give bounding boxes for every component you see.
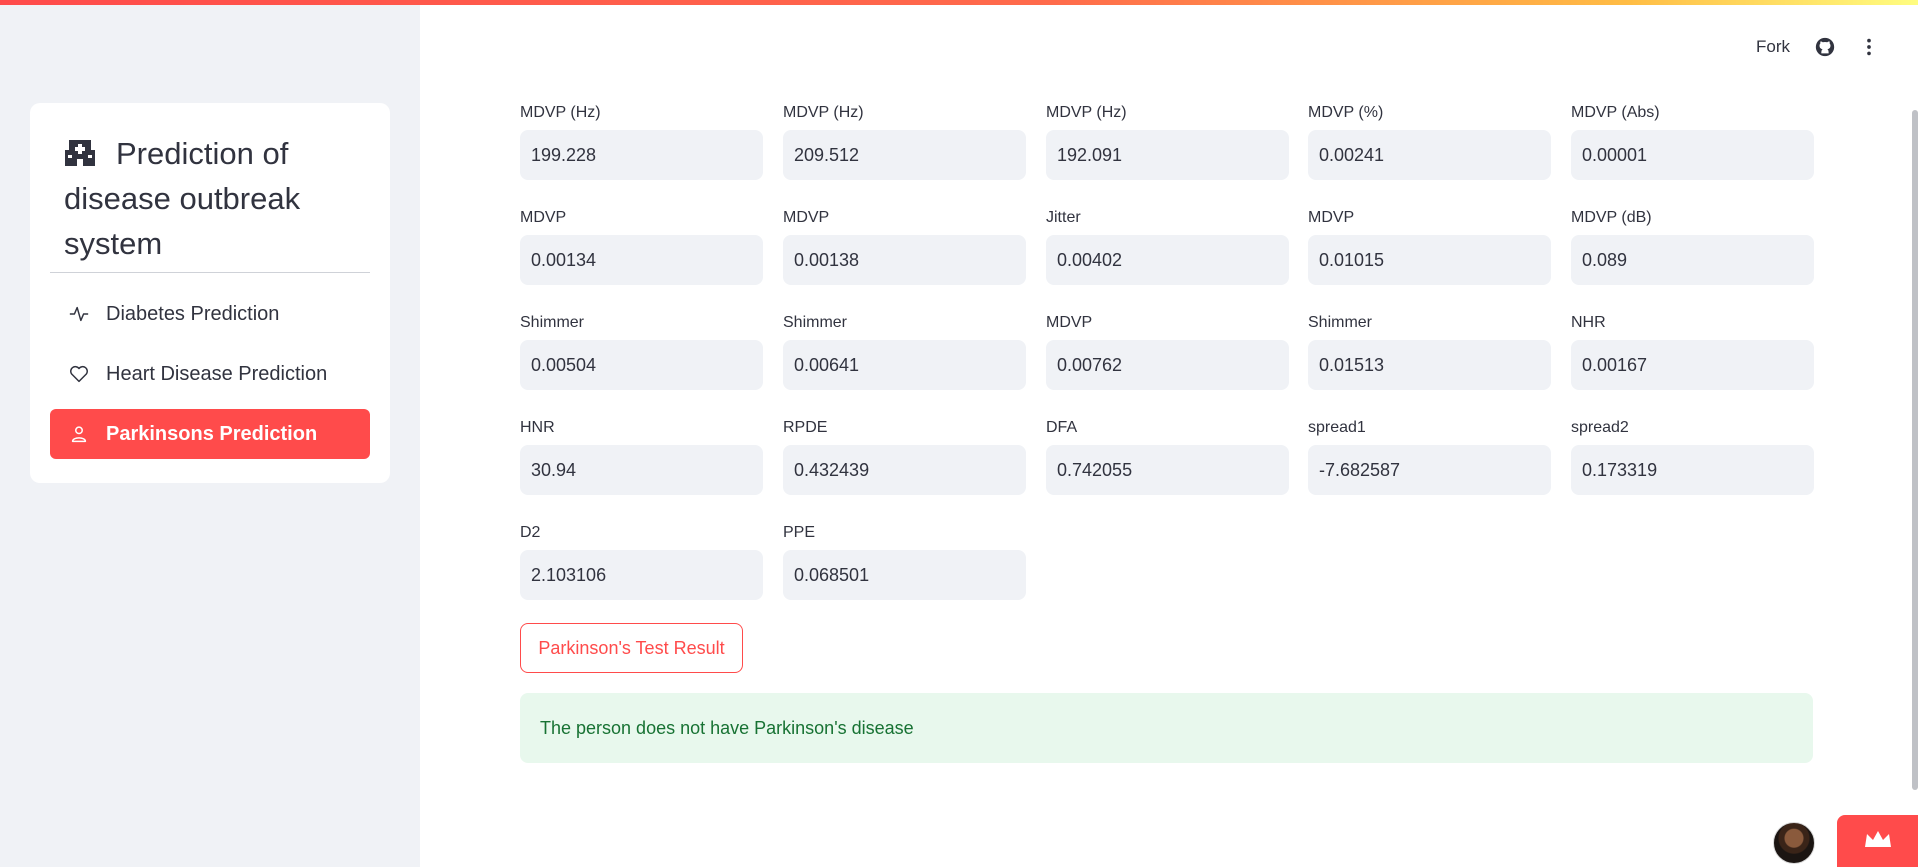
input-group: MDVP (Hz) <box>1046 102 1289 180</box>
person-icon <box>68 423 90 445</box>
input-group: MDVP (%) <box>1308 102 1551 180</box>
input-group: Shimmer <box>1308 312 1551 390</box>
input-group: NHR <box>1571 312 1814 390</box>
input-label: Jitter <box>1046 209 1081 226</box>
hnr-input[interactable] <box>520 445 763 495</box>
mdvp-shimmer-db-input[interactable] <box>1571 235 1814 285</box>
input-label: MDVP <box>520 209 567 226</box>
nhr-input[interactable] <box>1571 340 1814 390</box>
input-group: MDVP <box>1046 312 1289 390</box>
app-toolbar: Fork <box>1756 34 1882 60</box>
scrollbar[interactable] <box>1912 110 1918 790</box>
input-group: Jitter <box>1046 207 1289 285</box>
mdvp-jitter-percent-input[interactable] <box>1308 130 1551 180</box>
input-group: Shimmer <box>520 312 763 390</box>
input-label: RPDE <box>783 419 828 436</box>
menu-item-parkinsons[interactable]: Parkinsons Prediction <box>50 409 370 459</box>
menu-header: Prediction of disease outbreak system <box>64 131 364 266</box>
input-label: MDVP (Hz) <box>1046 104 1127 121</box>
input-label: MDVP <box>1046 314 1093 331</box>
mdvp-jitter-abs-input[interactable] <box>1571 130 1814 180</box>
menu-item-diabetes[interactable]: Diabetes Prediction <box>50 289 370 339</box>
input-label: HNR <box>520 419 555 436</box>
input-group: MDVP <box>520 207 763 285</box>
jitter-ddp-input[interactable] <box>1046 235 1289 285</box>
crown-icon <box>1862 827 1894 856</box>
input-group: Shimmer <box>783 312 1026 390</box>
d2-input[interactable] <box>520 550 763 600</box>
mdvp-fo-input[interactable] <box>520 130 763 180</box>
shimmer-dda-input[interactable] <box>1308 340 1551 390</box>
menu-item-label: Diabetes Prediction <box>106 302 280 325</box>
menu-item-label: Heart Disease Prediction <box>106 362 328 385</box>
success-alert: The person does not have Parkinson's dis… <box>520 693 1813 763</box>
input-group: DFA <box>1046 417 1289 495</box>
input-group: MDVP (Hz) <box>520 102 763 180</box>
mdvp-rap-input[interactable] <box>520 235 763 285</box>
input-label: MDVP (Hz) <box>783 104 864 121</box>
activity-icon <box>68 303 90 325</box>
input-label: MDVP (Abs) <box>1571 104 1660 121</box>
input-group: spread2 <box>1571 417 1814 495</box>
input-group: D2 <box>520 522 763 600</box>
input-label: MDVP (%) <box>1308 104 1384 121</box>
input-label: spread1 <box>1308 419 1366 436</box>
input-group: MDVP <box>1308 207 1551 285</box>
input-group: spread1 <box>1308 417 1551 495</box>
input-group: RPDE <box>783 417 1026 495</box>
menu-divider <box>50 272 370 273</box>
input-label: PPE <box>783 524 816 541</box>
avatar[interactable] <box>1773 822 1815 864</box>
input-label: MDVP <box>783 209 830 226</box>
mdvp-fhi-input[interactable] <box>783 130 1026 180</box>
shimmer-apq3-input[interactable] <box>520 340 763 390</box>
input-label: DFA <box>1046 419 1078 436</box>
input-label: Shimmer <box>520 314 585 331</box>
github-icon[interactable] <box>1812 34 1838 60</box>
spread2-input[interactable] <box>1571 445 1814 495</box>
input-label: D2 <box>520 524 541 541</box>
input-label: spread2 <box>1571 419 1629 436</box>
more-vertical-icon[interactable] <box>1856 34 1882 60</box>
input-label: NHR <box>1571 314 1606 331</box>
input-group: MDVP <box>783 207 1026 285</box>
input-label: MDVP (dB) <box>1571 209 1652 226</box>
menu-item-label: Parkinsons Prediction <box>106 422 318 445</box>
mdvp-flo-input[interactable] <box>1046 130 1289 180</box>
mdvp-ppq-input[interactable] <box>783 235 1026 285</box>
input-group: PPE <box>783 522 1026 600</box>
spread1-input[interactable] <box>1308 445 1551 495</box>
input-group: MDVP (Hz) <box>783 102 1026 180</box>
input-group: HNR <box>520 417 763 495</box>
menu-item-heart-disease[interactable]: Heart Disease Prediction <box>50 349 370 399</box>
input-label: Shimmer <box>1308 314 1373 331</box>
hospital-icon <box>64 135 96 167</box>
mdvp-apq-input[interactable] <box>1046 340 1289 390</box>
mdvp-shimmer-input[interactable] <box>1308 235 1551 285</box>
input-group: MDVP (dB) <box>1571 207 1814 285</box>
input-label: Shimmer <box>783 314 848 331</box>
menu-title: Prediction of disease outbreak system <box>64 136 301 261</box>
option-menu: Prediction of disease outbreak system Di… <box>30 103 390 483</box>
input-label: MDVP <box>1308 209 1355 226</box>
dfa-input[interactable] <box>1046 445 1289 495</box>
result-message: The person does not have Parkinson's dis… <box>540 717 914 738</box>
input-label: MDVP (Hz) <box>520 104 601 121</box>
sidebar: Prediction of disease outbreak system Di… <box>0 5 420 867</box>
ppe-input[interactable] <box>783 550 1026 600</box>
fork-button[interactable]: Fork <box>1756 37 1790 57</box>
shimmer-apq5-input[interactable] <box>783 340 1026 390</box>
heart-icon <box>68 363 90 385</box>
test-result-button[interactable]: Parkinson's Test Result <box>520 623 743 673</box>
streamlit-badge[interactable] <box>1837 815 1918 867</box>
rpde-input[interactable] <box>783 445 1026 495</box>
input-group: MDVP (Abs) <box>1571 102 1814 180</box>
